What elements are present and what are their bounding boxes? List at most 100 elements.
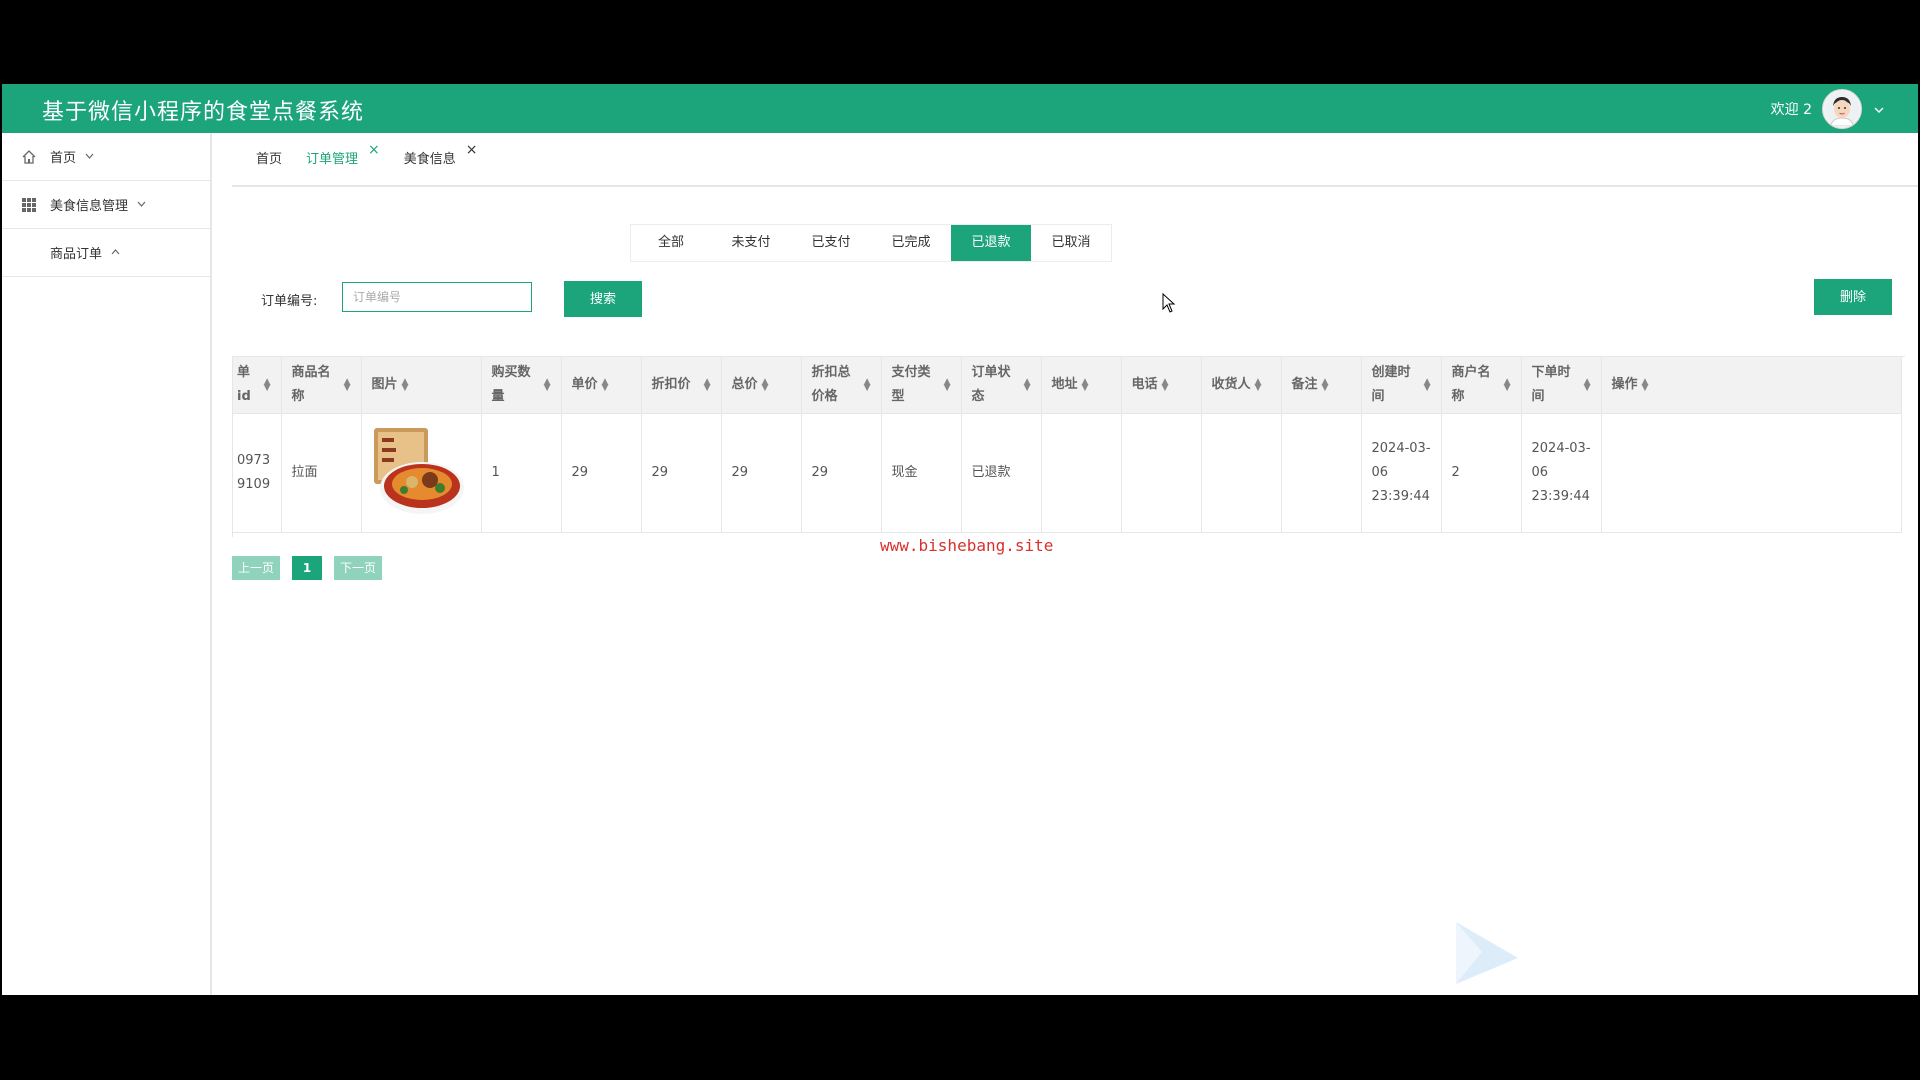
sort-icon: ▲ ▼ [1023,377,1031,393]
column-header[interactable]: 下单时间 ▲ ▼ [1521,357,1602,414]
cell-note [1281,413,1362,533]
sort-icon: ▲ ▼ [1423,377,1431,393]
column-header[interactable]: 折扣价 ▲ ▼ [641,357,722,414]
sidebar-item-label: 美食信息管理 [50,199,129,214]
sidebar-item-product-orders[interactable]: 商品订单 [2,229,210,277]
status-filter-paid[interactable]: 已支付 [791,225,871,261]
sidebar: 首页 美食信息管理 商品订单 [2,133,212,995]
user-menu[interactable]: 欢迎 2 [1771,89,1884,129]
column-header[interactable]: 折扣总价格 ▲ ▼ [801,357,882,414]
column-header[interactable]: 地址 ▲ ▼ [1041,357,1122,414]
status-filter-unpaid[interactable]: 未支付 [711,225,791,261]
user-avatar-icon [1825,92,1859,126]
close-icon[interactable]: × [368,142,380,158]
column-header[interactable]: 商户名称 ▲ ▼ [1441,357,1522,414]
grid-icon [20,196,38,214]
column-header[interactable]: 商品名称 ▲ ▼ [281,357,362,414]
cell-address [1041,413,1122,533]
sort-icon: ▲ ▼ [703,377,711,393]
sort-icon: ▲ ▼ [1583,377,1591,393]
pagination: 上一页 1 下一页 [232,556,382,580]
chevron-up-icon [111,247,120,258]
column-header[interactable]: 收货人 ▲ ▼ [1201,357,1282,414]
chevron-down-icon [137,199,146,210]
order-number-label: 订单编号: [261,294,318,309]
cell-id: 09739109 [233,413,282,533]
welcome-text: 欢迎 2 [1770,102,1812,118]
column-header[interactable]: 总价 ▲ ▼ [721,357,802,414]
search-button[interactable]: 搜索 [564,281,642,317]
cell-qty: 1 [481,413,562,533]
sort-icon: ▲ ▼ [1641,377,1649,393]
cell-actions [1601,413,1902,533]
sidebar-item-food-management[interactable]: 美食信息管理 [2,181,210,229]
sort-icon: ▲ ▼ [1254,377,1262,393]
order-number-input[interactable] [342,282,532,312]
next-page-button[interactable]: 下一页 [334,556,382,580]
cell-image [361,413,482,533]
table-row[interactable]: 09739109 拉面 1 29 29 29 29 现金 已退款 2024-03… [233,413,1902,533]
sidebar-item-home[interactable]: 首页 [2,133,210,181]
sort-icon: ▲ ▼ [1321,377,1329,393]
column-header[interactable]: 操作 ▲ ▼ [1601,357,1902,414]
column-header[interactable]: 备注 ▲ ▼ [1281,357,1362,414]
top-header: 基于微信小程序的食堂点餐系统 欢迎 2 [2,84,1918,133]
sidebar-item-label: 商品订单 [50,247,103,262]
page-number-button[interactable]: 1 [292,556,322,580]
cell-status: 已退款 [961,413,1042,533]
sort-icon: ▲ ▼ [1161,377,1169,393]
column-header[interactable]: 单价 ▲ ▼ [561,357,642,414]
home-icon [20,148,38,166]
column-header[interactable]: 订单状态 ▲ ▼ [961,357,1042,414]
cell-phone [1121,413,1202,533]
tab-label: 订单管理 [306,152,359,167]
cell-pay-type: 现金 [881,413,962,533]
sort-icon: ▲ ▼ [943,377,951,393]
sort-icon: ▲ ▼ [343,377,351,393]
tab-label: 美食信息 [403,152,456,167]
tab-home[interactable]: 首页 [256,148,282,185]
cell-total: 29 [721,413,802,533]
status-filter-all[interactable]: 全部 [631,225,711,261]
status-filter-completed[interactable]: 已完成 [871,225,951,261]
status-filter: 全部 未支付 已支付 已完成 已退款 已取消 [630,224,1112,262]
delete-button[interactable]: 删除 [1814,279,1892,315]
video-logo-icon [1452,922,1522,988]
status-filter-cancelled[interactable]: 已取消 [1031,225,1111,261]
mouse-cursor-icon [1162,292,1176,317]
column-header[interactable]: 支付类型 ▲ ▼ [881,357,962,414]
watermark-text: www.bishebang.site [880,536,1054,555]
column-header[interactable]: 单id ▲ ▼ [233,357,282,414]
cell-created: 2024-03-06 23:39:44 [1361,413,1442,533]
chevron-down-icon [85,151,94,162]
sort-icon: ▲ ▼ [1503,377,1511,393]
tab-food-info[interactable]: 美食信息 × [403,142,478,185]
cell-receiver [1201,413,1282,533]
orders-table: 单id ▲ ▼ 商品名称 ▲ ▼ 图片 ▲ ▼ 购买数量 ▲ ▼ 单价 ▲ ▼ 折扣价 ▲ ▼ 总价 ▲ ▼… [232,356,1905,537]
app-screen: 基于微信小程序的食堂点餐系统 欢迎 2 首页 美食信息管理 商品订单 首页 订单… [2,84,1918,995]
avatar[interactable] [1822,89,1862,129]
tab-label: 首页 [256,152,283,167]
column-header[interactable]: 创建时间 ▲ ▼ [1361,357,1442,414]
column-header[interactable]: 购买数量 ▲ ▼ [481,357,562,414]
close-icon[interactable]: × [466,142,478,158]
tab-order-management[interactable]: 订单管理 × [306,142,380,185]
cell-merchant: 2 [1441,413,1522,533]
sort-icon: ▲ ▼ [761,377,769,393]
app-title: 基于微信小程序的食堂点餐系统 [42,100,365,125]
column-header[interactable]: 电话 ▲ ▼ [1121,357,1202,414]
cell-price: 29 [561,413,642,533]
sort-icon: ▲ ▼ [543,377,551,393]
cell-discount-total: 29 [801,413,882,533]
sidebar-item-label: 首页 [50,151,77,166]
sort-icon: ▲ ▼ [401,377,409,393]
column-header[interactable]: 图片 ▲ ▼ [361,357,482,414]
sort-icon: ▲ ▼ [263,377,271,393]
chevron-down-icon[interactable] [1874,102,1884,116]
sort-icon: ▲ ▼ [601,377,609,393]
prev-page-button[interactable]: 上一页 [232,556,280,580]
table-header-row: 单id ▲ ▼ 商品名称 ▲ ▼ 图片 ▲ ▼ 购买数量 ▲ ▼ 单价 ▲ ▼ 折扣价 ▲ ▼ 总价 ▲ ▼… [233,357,1902,414]
status-filter-refunded[interactable]: 已退款 [951,225,1031,261]
food-image [372,426,468,520]
cell-discount-price: 29 [641,413,722,533]
